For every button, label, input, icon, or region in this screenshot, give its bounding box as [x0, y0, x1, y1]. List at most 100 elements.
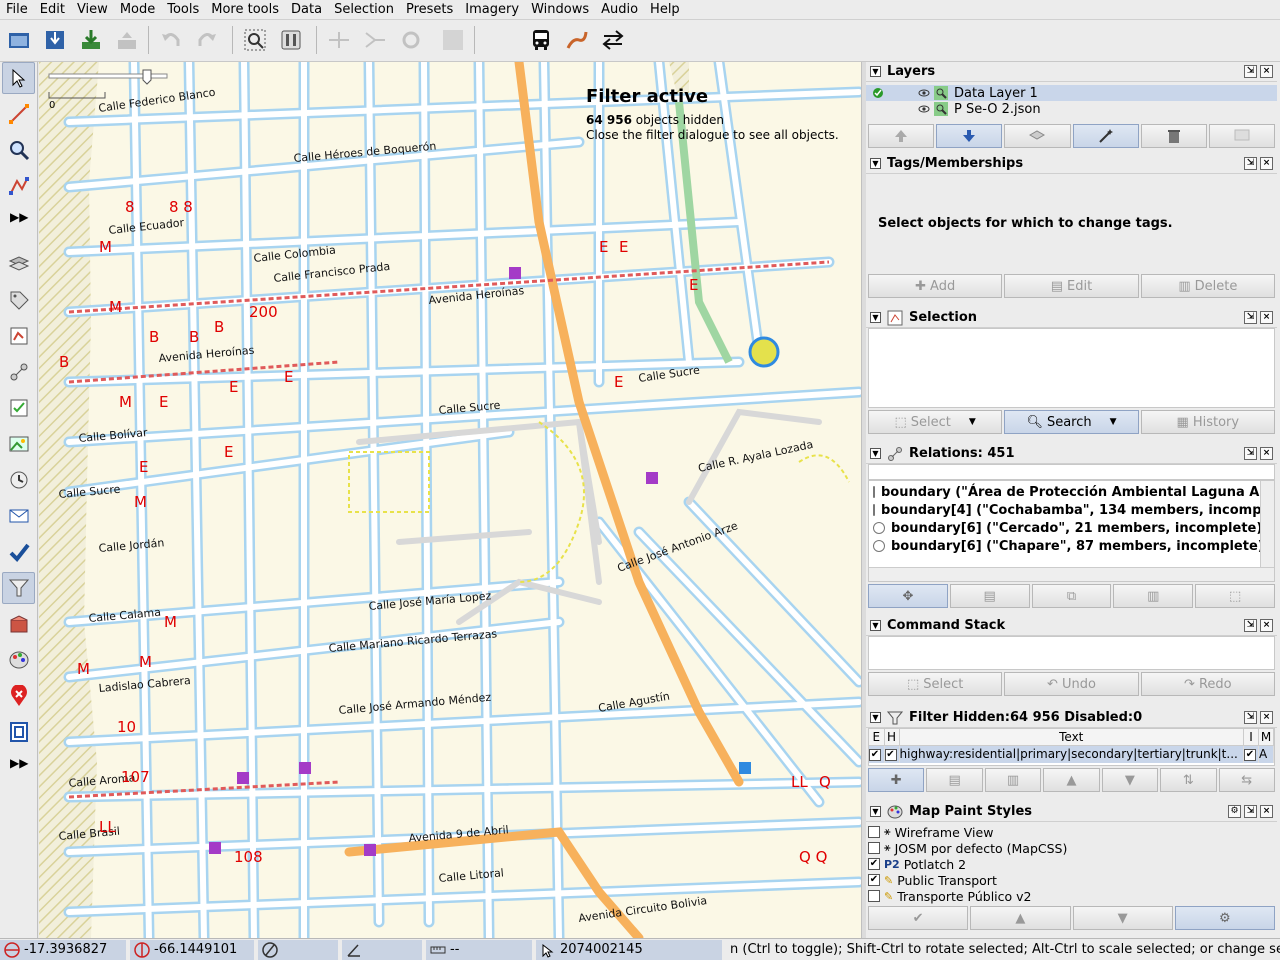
layers-panel-header[interactable]: ▼ Layers ⇲ ×	[866, 62, 1277, 82]
close-icon[interactable]: ×	[1260, 619, 1273, 632]
detach-icon[interactable]: ⇲	[1244, 311, 1257, 324]
toggle-changeset-button[interactable]	[2, 716, 35, 748]
add-filter-button[interactable]: ✚	[868, 768, 925, 792]
menu-file[interactable]: File	[0, 0, 34, 20]
swap-direction-button[interactable]	[596, 23, 630, 57]
style-checkbox[interactable]	[868, 842, 880, 854]
filter-col-hiding[interactable]: H	[884, 729, 900, 746]
open-button[interactable]	[2, 23, 36, 57]
settings-icon[interactable]: ⚙	[1228, 805, 1241, 818]
zoom-mode-button[interactable]	[2, 134, 35, 166]
detach-icon[interactable]: ⇲	[1244, 157, 1257, 170]
route-button[interactable]	[560, 23, 594, 57]
close-icon[interactable]: ×	[1260, 447, 1273, 460]
style-row-potlatch[interactable]: ✔ P2 Potlatch 2	[866, 856, 1277, 872]
zoom-to-data-button[interactable]	[238, 23, 272, 57]
style-row-josm-default[interactable]: ⚹ JOSM por defecto (MapCSS)	[866, 840, 1277, 856]
relations-filter-input[interactable]	[868, 464, 1275, 480]
filter-col-text[interactable]: Text	[899, 729, 1244, 746]
close-icon[interactable]: ×	[1260, 65, 1273, 78]
layer-row-data-layer-1[interactable]: Data Layer 1	[866, 85, 1277, 101]
toggle-layers-button[interactable]	[2, 248, 35, 280]
toggle-map-paint-button[interactable]	[2, 644, 35, 676]
draw-mode-button[interactable]	[2, 98, 35, 130]
toggle-plugin-button[interactable]	[2, 608, 35, 640]
collapse-icon[interactable]: ▼	[870, 620, 881, 631]
close-icon[interactable]: ×	[1260, 805, 1273, 818]
select-mode-button[interactable]	[2, 62, 35, 94]
filter-col-mode[interactable]: M	[1258, 729, 1274, 746]
style-checkbox[interactable]	[868, 826, 880, 838]
style-row-wireframe[interactable]: ⚹ Wireframe View	[866, 824, 1277, 840]
toggle-relations-button[interactable]	[2, 356, 35, 388]
collapse-icon[interactable]: ▼	[870, 712, 881, 723]
delete-relation-button[interactable]: ▥	[1113, 584, 1194, 608]
filter-hiding-checkbox[interactable]: ✔	[884, 748, 897, 761]
menu-audio[interactable]: Audio	[595, 0, 644, 20]
select-relation-button[interactable]: ⬚	[1195, 584, 1275, 608]
improve-way-button[interactable]	[2, 170, 35, 202]
split-way-button[interactable]	[322, 23, 356, 57]
edit-filter-button[interactable]: ▤	[926, 768, 983, 792]
style-info-button[interactable]: ⚙	[1174, 906, 1275, 930]
relations-list[interactable]: boundary ("Área de Protección Ambiental …	[868, 480, 1275, 582]
history-button[interactable]: ▦ History	[1140, 410, 1275, 434]
toggle-images-button[interactable]	[2, 428, 35, 460]
tags-panel-header[interactable]: ▼ Tags/Memberships ⇲ ×	[866, 154, 1277, 174]
edit-tag-button[interactable]: ▤ Edit	[1004, 274, 1139, 298]
select-button[interactable]: ⬚ Select ▼	[868, 410, 1003, 434]
horizontal-scrollbar[interactable]	[869, 567, 1274, 581]
command-stack-header[interactable]: ▼ Command Stack ⇲ ×	[866, 616, 1277, 636]
dropdown-arrow-icon[interactable]: ▼	[969, 417, 976, 427]
relation-row[interactable]: boundary[6] ("Cercado", 21 members, inco…	[869, 519, 1274, 537]
filter-mode[interactable]: A	[1258, 745, 1274, 763]
detach-icon[interactable]: ⇲	[1244, 65, 1257, 78]
filter-enabled-checkbox[interactable]: ✔	[869, 748, 881, 761]
reverse-filter-button[interactable]: ⇆	[1218, 768, 1275, 792]
move-style-down-button[interactable]: ▼	[1072, 906, 1173, 930]
detach-icon[interactable]: ⇲	[1244, 447, 1257, 460]
close-icon[interactable]: ×	[1260, 157, 1273, 170]
edit-relation-button[interactable]: ▤	[949, 584, 1030, 608]
save-button[interactable]	[38, 23, 72, 57]
refresh-button[interactable]	[394, 23, 428, 57]
filter-panel-header[interactable]: ▼ Filter Hidden:64 956 Disabled:0 ⇲ ×	[866, 708, 1277, 728]
menu-presets[interactable]: Presets	[400, 0, 459, 20]
menu-imagery[interactable]: Imagery	[459, 0, 525, 20]
preferences-button[interactable]	[274, 23, 308, 57]
close-icon[interactable]: ×	[1260, 711, 1273, 724]
relation-row[interactable]: boundary[6] ("Chapare", 87 members, inco…	[869, 537, 1274, 555]
collapse-icon[interactable]: ▼	[870, 448, 881, 459]
combine-way-button[interactable]	[358, 23, 392, 57]
public-transport-button[interactable]	[524, 23, 558, 57]
download-button[interactable]	[74, 23, 108, 57]
toggle-errors-button[interactable]	[2, 680, 35, 712]
toggle-tags-button[interactable]	[2, 284, 35, 316]
move-layer-up-button[interactable]	[868, 124, 935, 148]
toggle-history-button[interactable]	[2, 464, 35, 496]
duplicate-relation-button[interactable]: ⧉	[1031, 584, 1112, 608]
menu-data[interactable]: Data	[285, 0, 328, 20]
filter-text[interactable]: highway:residential|primary|secondary|te…	[899, 745, 1244, 763]
map-canvas[interactable]: Calle Federico Blanco Calle Héroes de Bo…	[39, 62, 861, 938]
zoom-slider[interactable]: 0	[45, 68, 175, 111]
delete-layer-button[interactable]	[1140, 124, 1207, 148]
dropdown-arrow-icon[interactable]: ▼	[1110, 417, 1117, 427]
relation-row[interactable]: boundary[4] ("Cochabamba", 134 members, …	[869, 501, 1274, 519]
toggle-selection-button[interactable]	[2, 320, 35, 352]
command-stack-list[interactable]	[868, 636, 1275, 670]
add-tag-button[interactable]: ✚ Add	[868, 274, 1003, 298]
toggle-filter-button[interactable]	[2, 572, 35, 604]
menu-tools[interactable]: Tools	[161, 0, 205, 20]
command-redo-button[interactable]: ↷ Redo	[1140, 672, 1275, 696]
undo-button[interactable]	[154, 23, 188, 57]
layer-row-p-se-o-2[interactable]: P Se-O 2.json	[866, 101, 1277, 117]
selection-panel-header[interactable]: ▼ Selection ⇲ ×	[866, 308, 1277, 328]
wireframe-button[interactable]	[436, 23, 470, 57]
menu-windows[interactable]: Windows	[525, 0, 595, 20]
detach-icon[interactable]: ⇲	[1244, 711, 1257, 724]
menu-help[interactable]: Help	[644, 0, 686, 20]
merge-layer-button[interactable]	[1004, 124, 1071, 148]
menu-selection[interactable]: Selection	[328, 0, 400, 20]
collapse-icon[interactable]: ▼	[870, 312, 881, 323]
